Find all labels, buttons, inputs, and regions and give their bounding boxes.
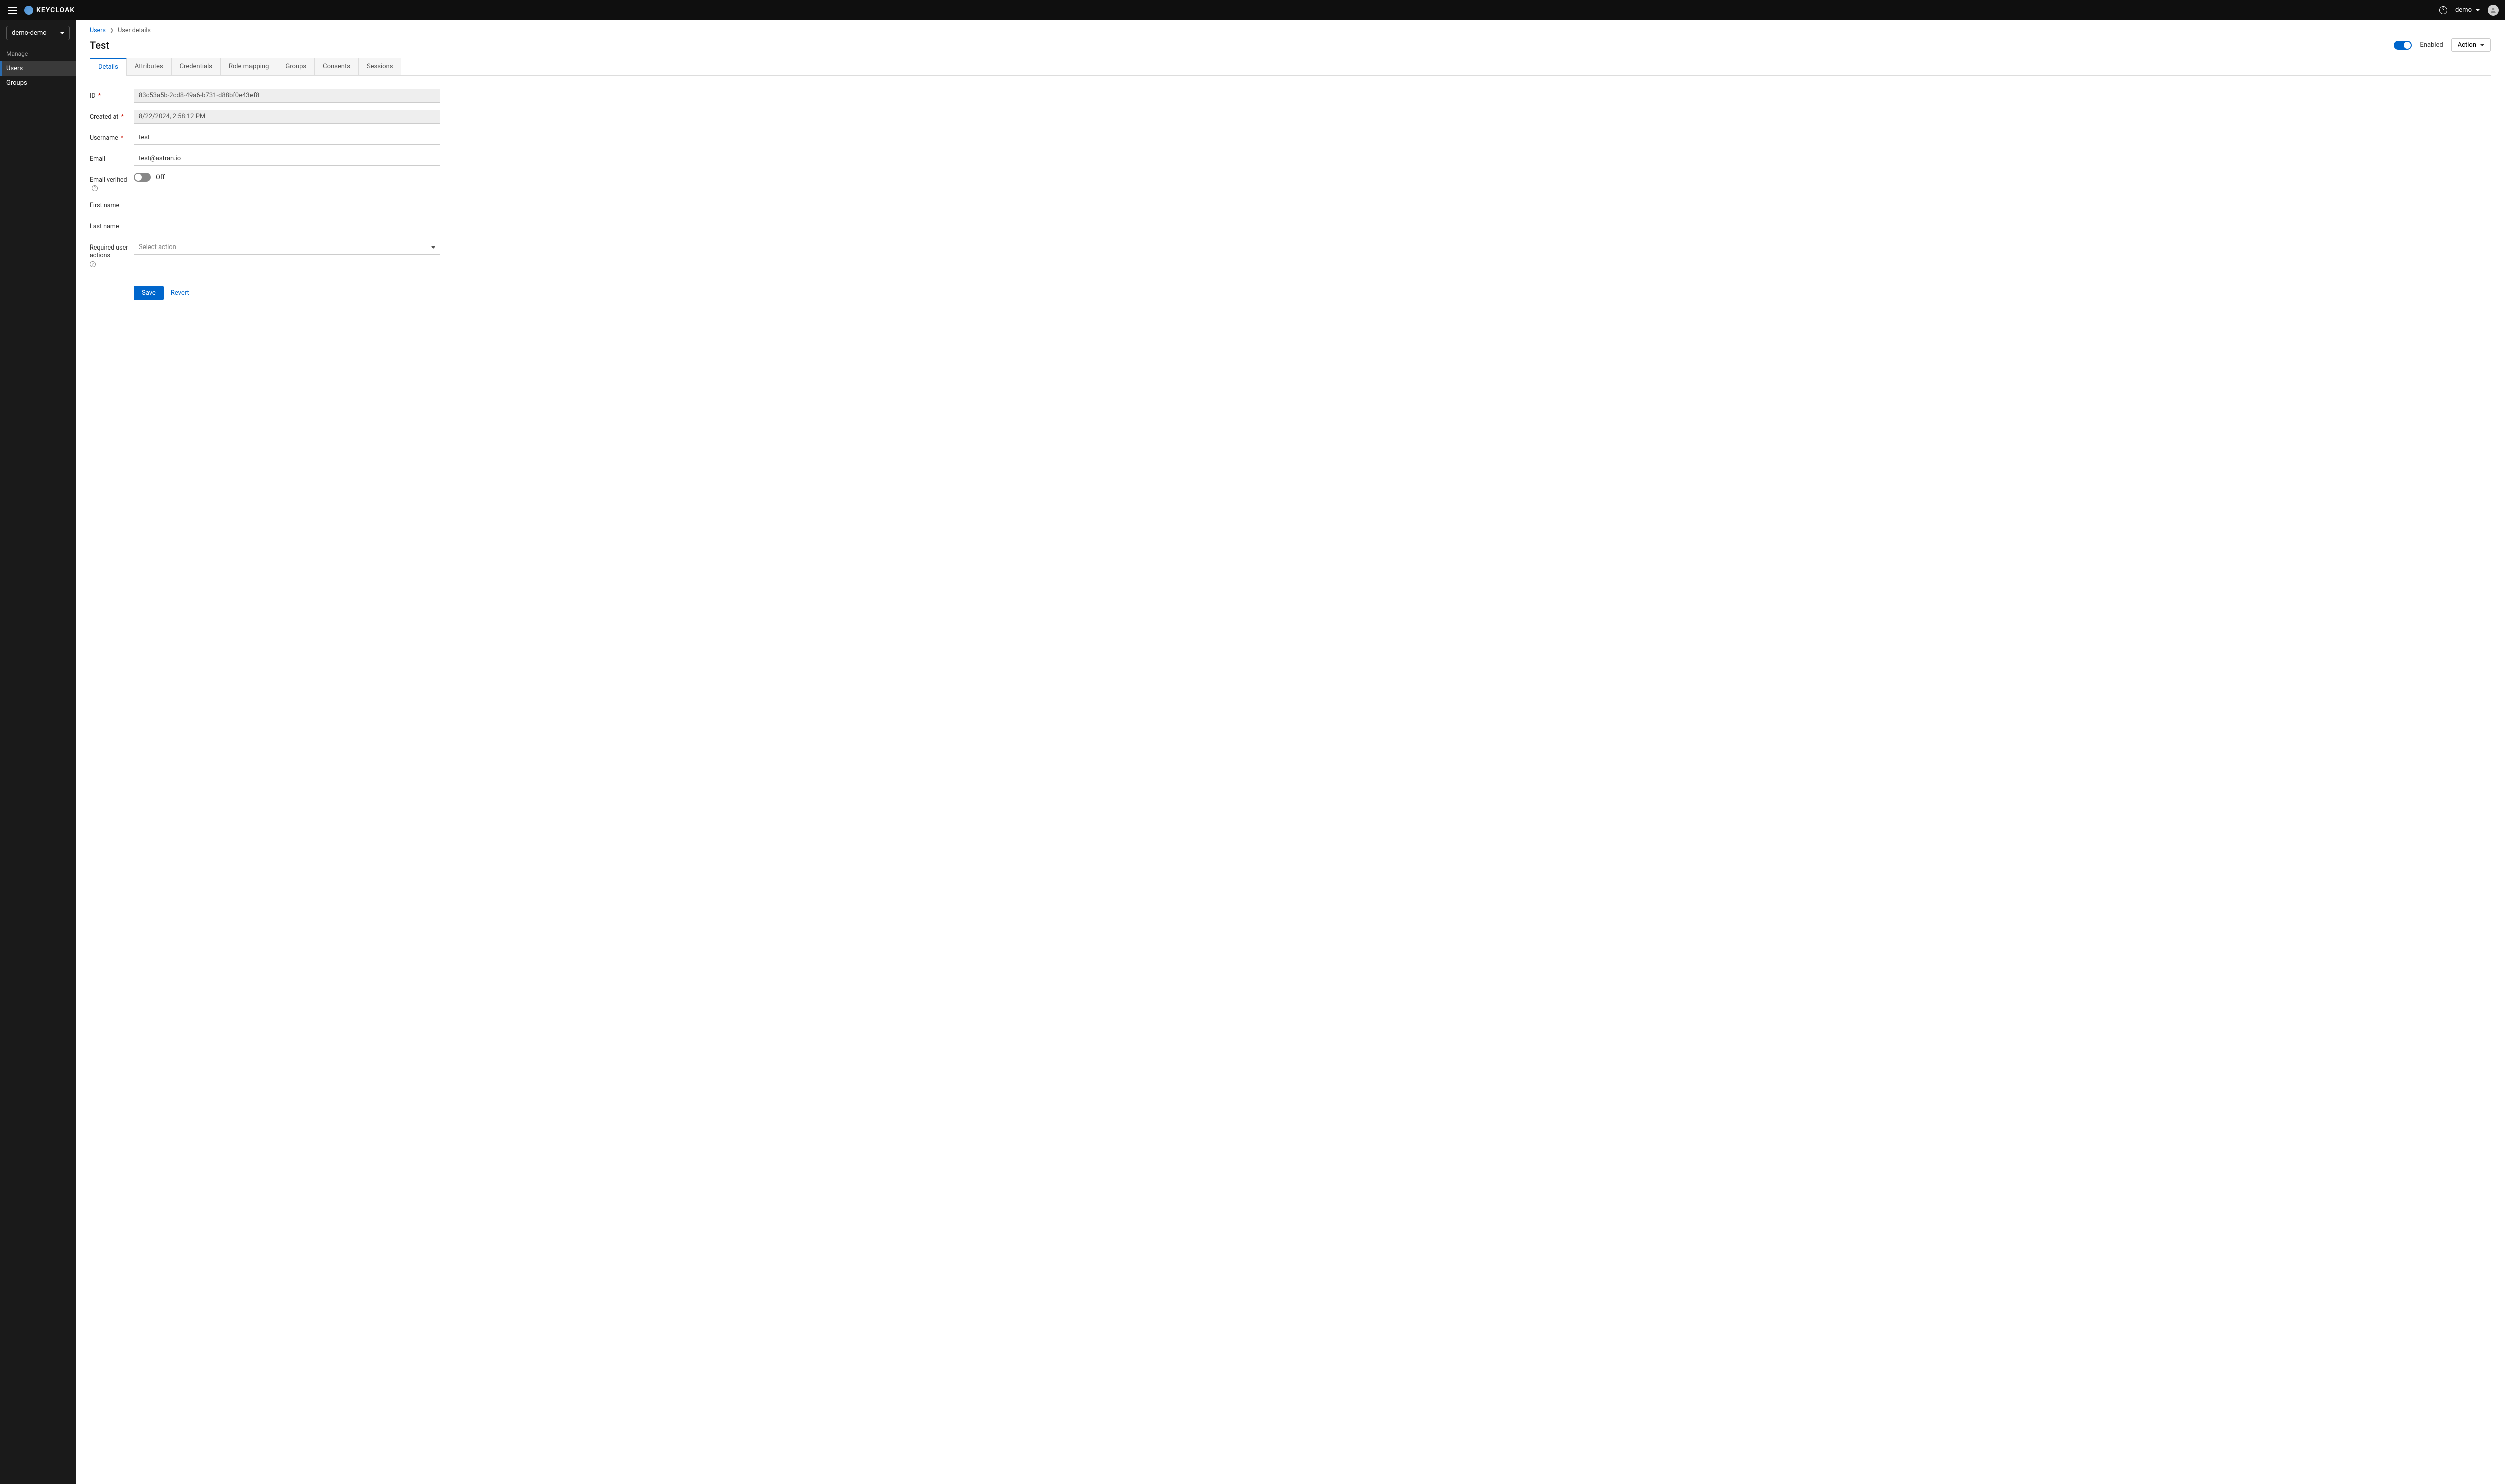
caret-down-icon [60,32,64,34]
username-label: Username * [90,131,134,142]
enabled-switch[interactable] [2394,41,2412,50]
sidebar-item-label: Groups [6,79,27,87]
breadcrumb: Users ❯ User details [90,27,2491,34]
hamburger-icon [8,7,17,14]
tab-role-mapping[interactable]: Role mapping [220,58,277,75]
user-menu-dropdown[interactable]: demo [2455,6,2480,14]
realm-selector[interactable]: demo-demo [6,26,70,40]
last-name-label: Last name [90,219,134,230]
required-actions-select[interactable]: Select action [134,240,440,255]
id-label: ID * [90,89,134,100]
enabled-switch-label: Enabled [2420,41,2443,49]
form-actions: Save Revert [90,286,440,300]
header-right: ? demo [2439,5,2499,16]
email-verified-label: Email verified? [90,173,134,191]
email-verified-value: Off [156,174,165,181]
help-icon[interactable]: ? [90,261,96,267]
tabs: Details Attributes Credentials Role mapp… [90,58,2491,76]
id-field [134,89,440,103]
realm-name: demo-demo [12,29,47,37]
switch-knob [135,174,142,181]
created-at-field [134,110,440,124]
first-name-field[interactable] [134,198,440,212]
tab-attributes[interactable]: Attributes [126,58,172,75]
last-name-field[interactable] [134,219,440,233]
menu-toggle-button[interactable] [6,4,18,16]
caret-down-icon [2476,9,2480,11]
tab-groups[interactable]: Groups [277,58,315,75]
page-title: Test [90,39,109,51]
main-content: Users ❯ User details Test Enabled Action… [76,20,2505,1484]
created-at-label: Created at * [90,110,134,121]
caret-down-icon [2480,44,2484,46]
top-header: KEYCLOAK ? demo [0,0,2505,20]
sidebar-item-users[interactable]: Users [0,61,76,76]
logo-text: KEYCLOAK [36,6,75,14]
username-label: demo [2455,6,2472,14]
tab-consents[interactable]: Consents [314,58,359,75]
header-left: KEYCLOAK [6,4,75,16]
help-icon[interactable]: ? [92,185,98,191]
avatar-icon [2490,7,2497,14]
save-button[interactable]: Save [134,286,164,300]
sidebar-item-label: Users [6,65,23,72]
tab-credentials[interactable]: Credentials [171,58,221,75]
avatar[interactable] [2488,5,2499,16]
logo[interactable]: KEYCLOAK [24,6,75,15]
sidebar: demo-demo Manage Users Groups [0,20,76,1484]
switch-knob [2404,42,2411,49]
required-actions-label: Required user actions? [90,240,134,268]
user-form: ID * Created at * Username * Email [90,89,440,300]
logo-icon [24,6,33,15]
breadcrumb-current: User details [118,27,151,34]
action-dropdown-button[interactable]: Action [2451,38,2491,52]
page-header-actions: Enabled Action [2394,38,2491,52]
breadcrumb-root-link[interactable]: Users [90,27,106,34]
first-name-label: First name [90,198,134,209]
revert-button[interactable]: Revert [171,286,189,300]
sidebar-section-label: Manage [0,46,76,61]
email-field[interactable] [134,152,440,166]
select-placeholder: Select action [139,243,176,251]
caret-down-icon [431,246,435,249]
tab-details[interactable]: Details [90,58,127,75]
email-verified-switch[interactable] [134,173,151,182]
page-header: Test Enabled Action [90,38,2491,52]
email-label: Email [90,152,134,163]
chevron-right-icon: ❯ [110,28,114,33]
username-field[interactable] [134,131,440,145]
tab-sessions[interactable]: Sessions [358,58,402,75]
help-icon[interactable]: ? [2439,6,2447,14]
sidebar-item-groups[interactable]: Groups [0,76,76,90]
action-label: Action [2458,41,2476,49]
